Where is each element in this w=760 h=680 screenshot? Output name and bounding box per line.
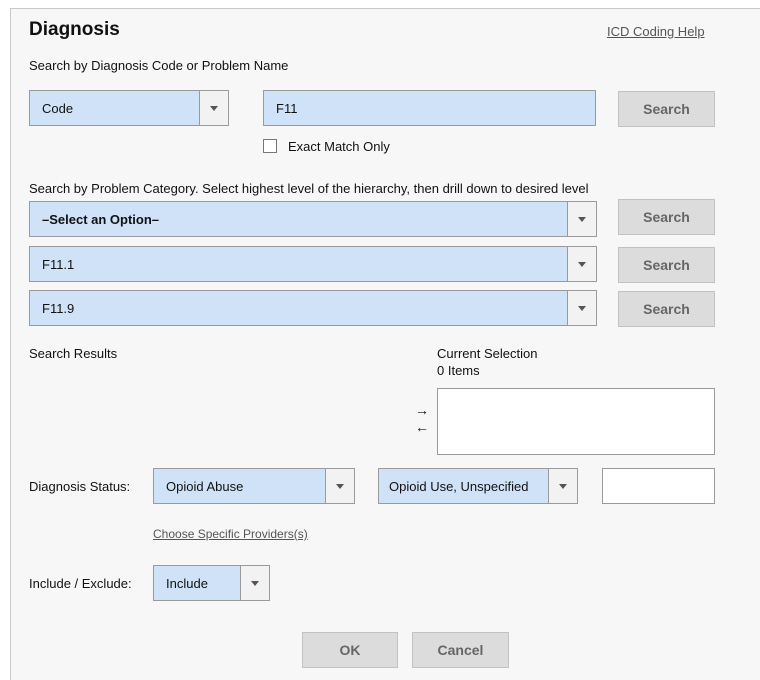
category-level-1-value: –Select an Option–	[42, 211, 160, 227]
current-selection-count: 0 Items	[437, 363, 480, 378]
exact-match-checkbox[interactable]	[263, 139, 277, 153]
code-search-label: Search by Diagnosis Code or Problem Name	[29, 58, 289, 73]
diagnosis-status-value-1: Opioid Abuse	[166, 478, 244, 494]
search-mode-value: Code	[42, 100, 74, 116]
chevron-down-icon	[567, 247, 596, 281]
chevron-down-icon	[567, 202, 596, 236]
diagnosis-status-value-2: Opioid Use, Unspecified	[389, 478, 529, 494]
dialog-title: Diagnosis	[29, 19, 120, 40]
category-search-label: Search by Problem Category. Select highe…	[29, 181, 589, 196]
category-level-2-value: F11.1	[42, 256, 75, 272]
current-selection-list[interactable]	[437, 388, 715, 455]
include-exclude-dropdown[interactable]: Include	[153, 565, 270, 601]
ok-button[interactable]: OK	[302, 632, 398, 668]
chevron-down-icon	[240, 566, 269, 600]
icd-coding-help-link[interactable]: ICD Coding Help	[607, 24, 705, 39]
exact-match-label: Exact Match Only	[288, 139, 390, 154]
diagnosis-status-label: Diagnosis Status:	[29, 479, 131, 494]
choose-providers-link[interactable]: Choose Specific Providers(s)	[153, 527, 308, 541]
search-mode-dropdown[interactable]: Code	[29, 90, 229, 126]
add-selection-arrow-icon[interactable]: →	[415, 403, 429, 417]
chevron-down-icon	[325, 469, 354, 503]
chevron-down-icon	[567, 291, 596, 325]
include-exclude-label: Include / Exclude:	[29, 576, 132, 591]
diagnosis-query-value: F11	[276, 100, 298, 116]
include-exclude-value: Include	[166, 575, 208, 591]
diagnosis-query-input[interactable]: F11	[263, 90, 596, 126]
category-level-1-search-button[interactable]: Search	[618, 199, 715, 235]
remove-selection-arrow-icon[interactable]: ←	[415, 420, 429, 434]
chevron-down-icon	[199, 91, 228, 125]
category-level-3-value: F11.9	[42, 300, 75, 316]
category-level-1-dropdown[interactable]: –Select an Option–	[29, 201, 597, 237]
diagnosis-status-dropdown-1[interactable]: Opioid Abuse	[153, 468, 355, 504]
search-results-label: Search Results	[29, 346, 118, 361]
category-level-2-search-button[interactable]: Search	[618, 247, 715, 283]
diagnosis-status-text-input[interactable]	[602, 468, 715, 504]
diagnosis-status-dropdown-2[interactable]: Opioid Use, Unspecified	[378, 468, 578, 504]
category-level-3-dropdown[interactable]: F11.9	[29, 290, 597, 326]
code-search-button[interactable]: Search	[618, 91, 715, 127]
current-selection-label: Current Selection	[437, 346, 538, 361]
category-level-3-search-button[interactable]: Search	[618, 291, 715, 327]
category-level-2-dropdown[interactable]: F11.1	[29, 246, 597, 282]
cancel-button[interactable]: Cancel	[412, 632, 509, 668]
chevron-down-icon	[548, 469, 577, 503]
